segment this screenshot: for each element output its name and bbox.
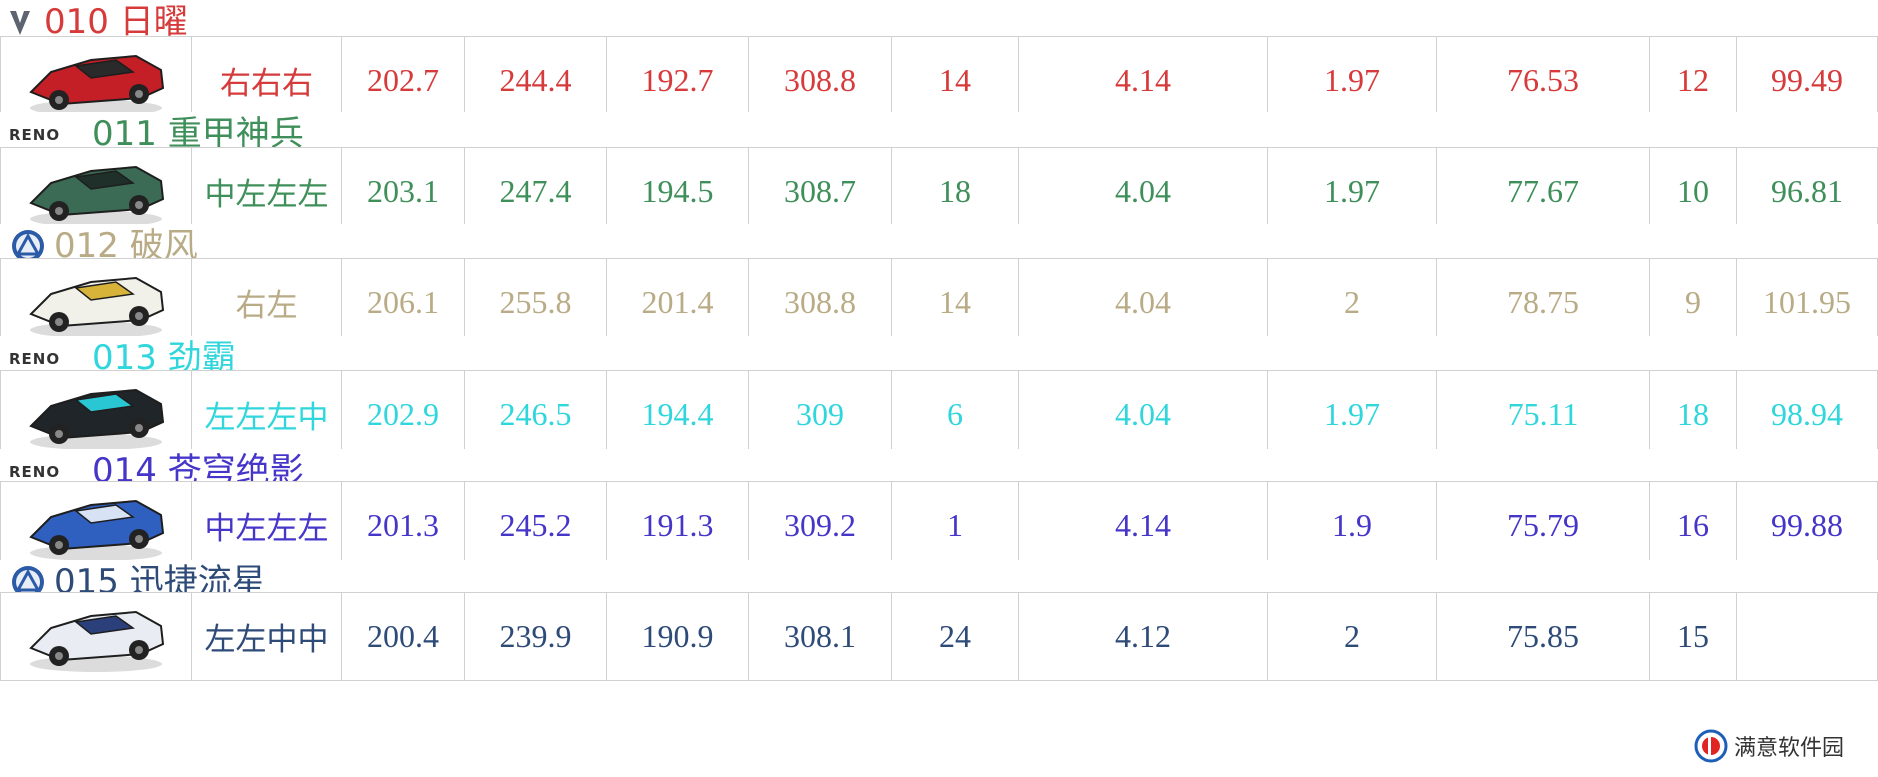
stat-cell: 202.7 (342, 37, 465, 124)
stat-cell: 98.94 (1737, 371, 1878, 458)
reno-badge-text: RENO (9, 126, 60, 144)
site-watermark: 满意软件园 (1687, 727, 1850, 765)
table-row: 中左左左 203.1 247.4 194.5 308.7 18 4.04 1.97 77.67 1… (0, 147, 1878, 236)
green-race-car-icon (0, 148, 192, 235)
stat-cell: 192.7 (607, 37, 749, 124)
stat-cell: 1.9 (1268, 482, 1437, 569)
stat-cell: 203.1 (342, 148, 465, 235)
stat-cell: 78.75 (1437, 259, 1650, 346)
drift-mode-cell: 左左左中 (192, 371, 342, 458)
blue-race-car-icon (0, 482, 192, 569)
stat-cell: 194.5 (607, 148, 749, 235)
stat-cell: 255.8 (465, 259, 607, 346)
stat-cell: 75.11 (1437, 371, 1650, 458)
watermark-text: 满意软件园 (1733, 736, 1844, 761)
stat-cell: 15 (1650, 593, 1737, 680)
stat-cell: 2 (1268, 259, 1437, 346)
stat-cell: 101.95 (1737, 259, 1878, 346)
stat-cell: 77.67 (1437, 148, 1650, 235)
stat-cell: 245.2 (465, 482, 607, 569)
stat-cell: 244.4 (465, 37, 607, 124)
stat-cell: 99.49 (1737, 37, 1878, 124)
stat-cell: 18 (892, 148, 1019, 235)
stat-cell: 247.4 (465, 148, 607, 235)
stat-cell: 309 (749, 371, 892, 458)
stat-cell: 1.97 (1268, 371, 1437, 458)
stat-cell: 16 (1650, 482, 1737, 569)
stat-cell: 75.79 (1437, 482, 1650, 569)
stat-cell: 202.9 (342, 371, 465, 458)
table-row: 中左左左 201.3 245.2 191.3 309.2 1 4.14 1.9 75.79 16 9… (0, 481, 1878, 570)
red-circle-logo-icon (1694, 729, 1728, 763)
stat-cell: 96.81 (1737, 148, 1878, 235)
stat-cell: 308.8 (749, 37, 892, 124)
reno-badge-text: RENO (9, 463, 60, 481)
stat-cell: 12 (1650, 37, 1737, 124)
stat-cell: 308.8 (749, 259, 892, 346)
stat-cell: 1.97 (1268, 148, 1437, 235)
stat-cell: 14 (892, 37, 1019, 124)
stat-cell: 24 (892, 593, 1019, 680)
table-row: 右左 206.1 255.8 201.4 308.8 14 4.04 2 78.75 9 101.9… (0, 258, 1878, 347)
stat-cell: 246.5 (465, 371, 607, 458)
stat-cell: 4.04 (1019, 371, 1268, 458)
drift-mode-cell: 中左左左 (192, 148, 342, 235)
stat-cell: 4.14 (1019, 37, 1268, 124)
stat-cell: 4.04 (1019, 259, 1268, 346)
stat-cell: 201.3 (342, 482, 465, 569)
drift-mode-cell: 右右右 (192, 37, 342, 124)
red-race-car-icon (0, 37, 192, 124)
stat-cell: 4.12 (1019, 593, 1268, 680)
stat-cell: 6 (892, 371, 1019, 458)
stat-cell: 4.14 (1019, 482, 1268, 569)
stat-cell: 308.7 (749, 148, 892, 235)
stat-cell: 191.3 (607, 482, 749, 569)
stat-cell: 4.04 (1019, 148, 1268, 235)
stat-cell: 9 (1650, 259, 1737, 346)
table-row: 左左左中 202.9 246.5 194.4 309 6 4.04 1.97 75.11 18 98… (0, 370, 1878, 459)
stat-cell: 200.4 (342, 593, 465, 680)
stat-cell: 1 (892, 482, 1019, 569)
stat-cell: 201.4 (607, 259, 749, 346)
stat-cell: 308.1 (749, 593, 892, 680)
stat-cell (1737, 593, 1878, 680)
stat-cell: 206.1 (342, 259, 465, 346)
stat-cell: 1.97 (1268, 37, 1437, 124)
drift-mode-cell: 右左 (192, 259, 342, 346)
car-stats-table: 010 日曜 右右右 202.7 244.4 192.7 308.8 14 4.14 1.97 7… (0, 0, 1878, 777)
reno-badge-text: RENO (9, 350, 60, 368)
stat-cell: 190.9 (607, 593, 749, 680)
stat-cell: 75.85 (1437, 593, 1650, 680)
black-cyan-race-car-icon (0, 371, 192, 458)
drift-mode-cell: 左左中中 (192, 593, 342, 680)
stat-cell: 76.53 (1437, 37, 1650, 124)
drift-mode-cell: 中左左左 (192, 482, 342, 569)
white-blue-race-car-icon (0, 593, 192, 680)
white-gold-race-car-icon (0, 259, 192, 346)
stat-cell: 99.88 (1737, 482, 1878, 569)
table-row: 左左中中 200.4 239.9 190.9 308.1 24 4.12 2 75.85 15 (0, 592, 1878, 681)
stat-cell: 14 (892, 259, 1019, 346)
stat-cell: 2 (1268, 593, 1437, 680)
stat-cell: 10 (1650, 148, 1737, 235)
stat-cell: 18 (1650, 371, 1737, 458)
stat-cell: 194.4 (607, 371, 749, 458)
stat-cell: 239.9 (465, 593, 607, 680)
stat-cell: 309.2 (749, 482, 892, 569)
